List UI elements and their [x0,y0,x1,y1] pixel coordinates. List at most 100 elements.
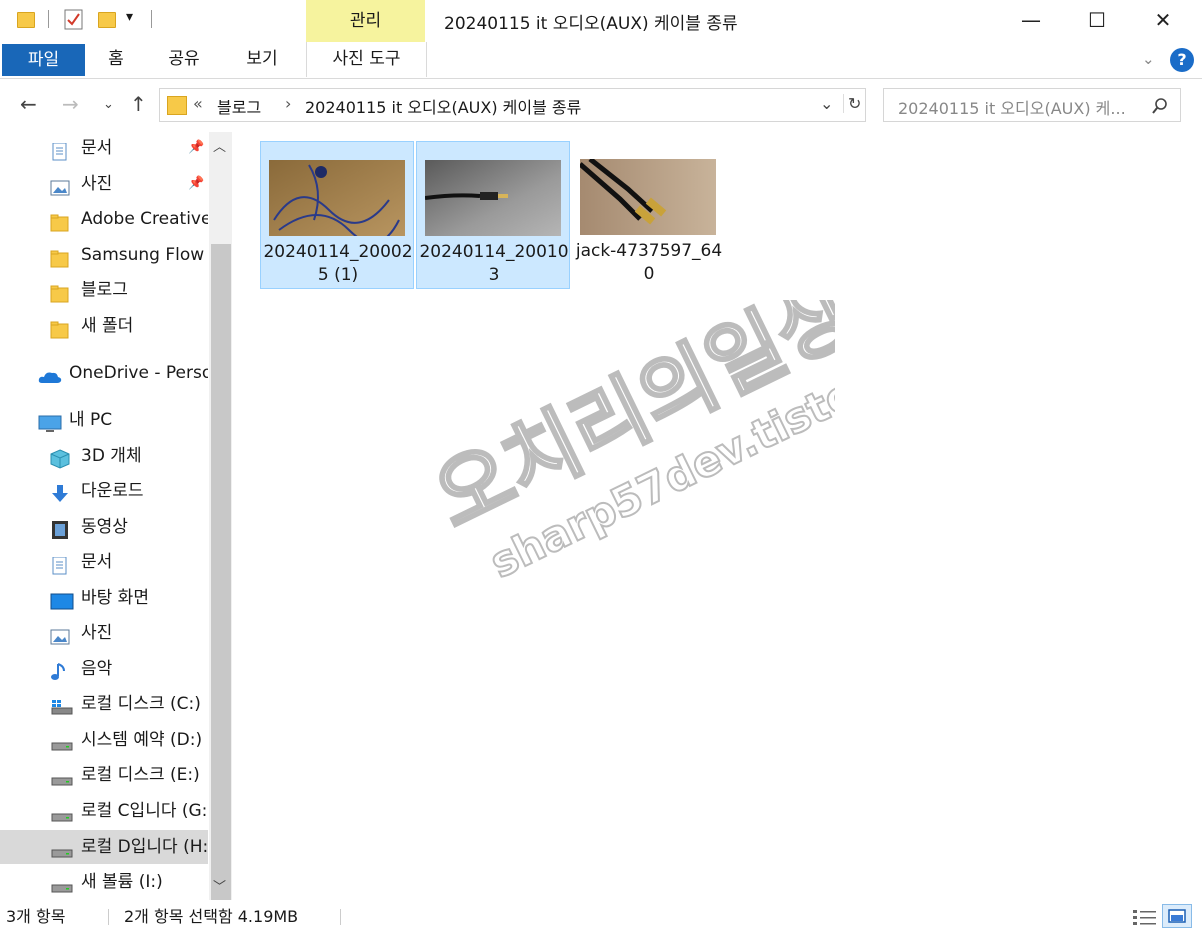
nav-item[interactable]: 로컬 C입니다 (G:) [0,794,208,828]
recent-locations-icon[interactable]: ⌄ [103,97,114,112]
ribbon-tabs: 파일 홈 공유 보기 사진 도구 ⌄ ? [0,42,1202,79]
ribbon-expand-icon[interactable]: ⌄ [1142,50,1155,68]
nav-item[interactable]: 블로그 [0,273,208,307]
search-box[interactable]: 20240115 it 오디오(AUX) 케... [883,88,1181,122]
customize-quick-access-icon[interactable]: ▾ [126,9,133,25]
scroll-down-icon[interactable]: ﹀ [213,876,226,895]
nav-item[interactable]: 바탕 화면 [0,581,208,615]
file-item[interactable]: jack-4737597_640 [572,141,726,289]
selection-info: 2개 항목 선택함 4.19MB [124,907,299,926]
nav-item[interactable]: Samsung Flow [0,238,208,272]
nav-item[interactable]: 사진 [0,616,208,650]
address-dropdown-icon[interactable]: ⌄ [820,94,833,113]
nav-item-label: Samsung Flow [81,245,205,265]
tab-share[interactable]: 공유 [160,42,208,77]
divider [340,909,341,925]
address-bar[interactable]: « 블로그 › 20240115 it 오디오(AUX) 케이블 종류 ⌄ ↻ [159,88,866,122]
drive-icon [50,838,73,858]
forward-icon[interactable]: → [62,92,79,116]
nav-item-label: 로컬 디스크 (E:) [81,765,200,785]
nav-item[interactable]: 로컬 디스크 (E:) [0,758,208,792]
nav-item[interactable]: 내 PC [0,403,208,437]
drive-icon [50,766,73,786]
large-icons-view-button[interactable] [1162,904,1192,928]
file-item[interactable]: 20240114_200025 (1) [260,141,414,289]
scroll-up-icon[interactable]: ︿ [213,136,226,155]
navigation-pane: 문서 📌 사진 📌 Adobe Creative Samsung Flow 블로그 새 폴더 O… [0,132,232,900]
file-name: 20240114_200103 [419,242,569,285]
nav-item-label: 동영상 [81,517,128,537]
minimize-button[interactable]: — [998,0,1064,40]
nav-item-label: 새 볼륨 (I:) [81,872,163,892]
system-drive-icon [50,695,73,715]
nav-item-label: 내 PC [69,410,113,430]
nav-item[interactable]: 새 폴더 [0,309,208,343]
item-count: 3개 항목 [6,907,66,926]
tab-view[interactable]: 보기 [238,42,286,77]
file-thumbnail [269,160,405,244]
nav-item-label: OneDrive - Personal [69,363,208,383]
tab-home[interactable]: 홈 [98,42,134,77]
file-thumbnail [424,160,561,236]
file-item[interactable]: 20240114_200103 [416,141,570,289]
nav-item[interactable]: 로컬 D입니다 (H:) [0,830,208,864]
window-title: 20240115 it 오디오(AUX) 케이블 종류 [444,14,738,34]
nav-item-label: 시스템 예약 (D:) [81,730,203,750]
close-icon: ✕ [1154,8,1172,32]
3d-objects-icon [50,447,70,469]
nav-item[interactable]: 동영상 [0,510,208,544]
navigation-row: ← → ⌄ ↑ « 블로그 › 20240115 it 오디오(AUX) 케이블… [0,86,1202,126]
divider [151,10,152,28]
breadcrumb-blog[interactable]: 블로그 [217,94,261,118]
search-icon[interactable] [1152,98,1168,114]
nav-item[interactable]: 사진 📌 [0,167,208,201]
search-input[interactable]: 20240115 it 오디오(AUX) 케... [898,95,1126,119]
nav-item-label: 사진 [81,623,113,643]
nav-item[interactable]: OneDrive - Personal [0,356,208,390]
onedrive-icon [38,364,62,383]
scrollbar-thumb[interactable] [211,244,231,900]
nav-item[interactable]: 음악 [0,652,208,686]
downloads-icon [50,482,70,502]
nav-item-label: 블로그 [81,280,128,300]
folder-icon[interactable] [17,12,35,28]
status-bar: 3개 항목 2개 항목 선택함 4.19MB [0,900,1202,933]
nav-item-label: 로컬 C입니다 (G:) [81,801,208,821]
up-icon[interactable]: ↑ [130,92,147,116]
properties-icon[interactable] [64,9,84,31]
context-tab-manage[interactable]: 관리 [306,0,425,42]
tab-picture-tools[interactable]: 사진 도구 [306,42,427,77]
nav-item-label: 문서 [81,552,113,572]
music-icon [50,660,70,680]
nav-item[interactable]: 문서 📌 [0,132,208,165]
nav-item[interactable]: 새 볼륨 (I:) [0,865,208,899]
refresh-icon[interactable]: ↻ [843,94,861,113]
nav-item[interactable]: 로컬 디스크 (C:) [0,687,208,721]
documents-icon [50,553,70,575]
minimize-icon: — [1021,8,1041,32]
breadcrumb-current[interactable]: 20240115 it 오디오(AUX) 케이블 종류 [305,94,581,118]
file-thumbnail [578,157,716,235]
maximize-button[interactable]: ☐ [1064,0,1130,40]
nav-item[interactable]: 시스템 예약 (D:) [0,723,208,757]
new-folder-icon[interactable] [98,12,116,28]
nav-item[interactable]: 문서 [0,545,208,579]
details-view-icon[interactable] [1132,908,1158,926]
nav-item-label: 음악 [81,659,113,679]
nav-item-label: 바탕 화면 [81,588,149,608]
pictures-icon [50,175,70,196]
documents-icon [50,139,70,161]
breadcrumb-separator[interactable]: › [285,94,291,113]
close-button[interactable]: ✕ [1130,0,1196,40]
title-bar: ▾ 관리 20240115 it 오디오(AUX) 케이블 종류 — ☐ ✕ [0,0,1202,42]
breadcrumb-overflow[interactable]: « [193,94,203,113]
back-icon[interactable]: ← [20,92,37,116]
desktop-icon [50,589,74,610]
nav-item[interactable]: 3D 개체 [0,439,208,473]
pin-icon: 📌 [188,140,205,155]
tab-file[interactable]: 파일 [2,44,85,76]
nav-item[interactable]: 다운로드 [0,474,208,508]
folder-icon [50,317,70,339]
help-icon[interactable]: ? [1170,48,1194,72]
nav-item[interactable]: Adobe Creative [0,202,208,236]
